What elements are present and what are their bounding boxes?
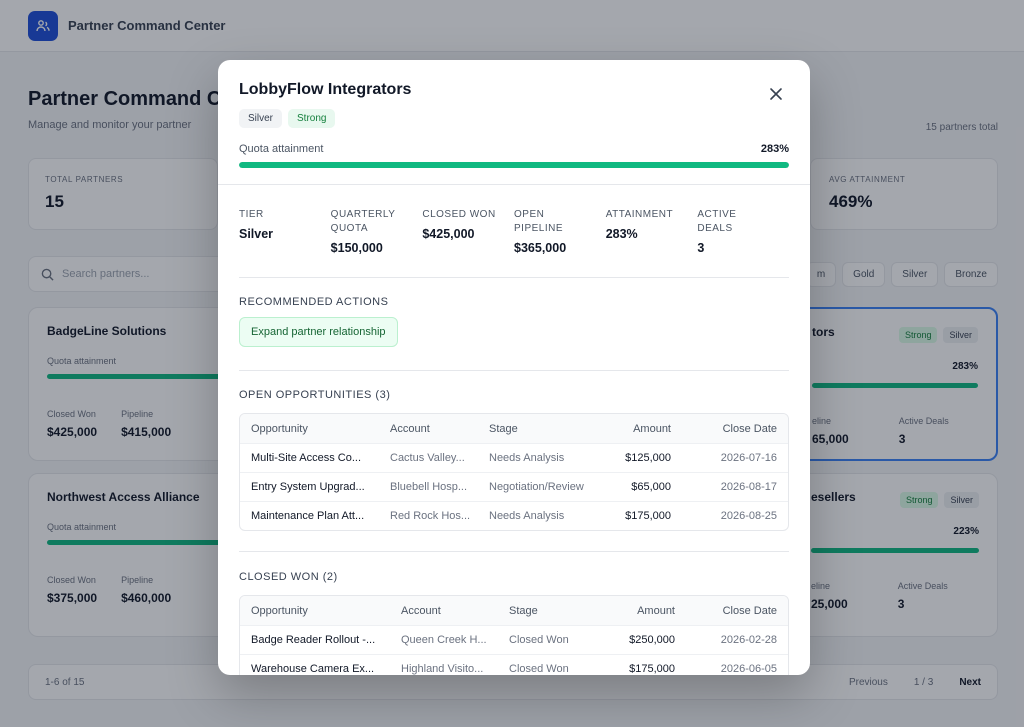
cell-opportunity: Maintenance Plan Att... [251,510,365,522]
cell-opportunity: Multi-Site Access Co... [251,452,362,464]
column-header[interactable]: Account [390,605,498,617]
modal-body: Tier Silver Quarterly Quota $150,000 Clo… [218,185,810,675]
partner-detail-modal: LobbyFlow Integrators Silver Strong Quot… [218,60,810,675]
table-row[interactable]: Maintenance Plan Att... Red Rock Hos... … [240,501,788,530]
metric-label: Open Pipeline [514,209,564,234]
metric-value: $150,000 [330,241,383,255]
quota-label: Quota attainment [239,143,324,155]
metric-label: Quarterly Quota [330,209,396,234]
cell-close-date: 2026-07-16 [720,452,777,464]
table-row[interactable]: Warehouse Camera Ex... Highland Visito..… [240,654,788,675]
column-header[interactable]: Opportunity [240,605,390,617]
column-header[interactable]: Amount [603,423,682,435]
metric-quarterly-quota: Quarterly Quota $150,000 [331,208,423,277]
modal-title: LobbyFlow Integrators [239,81,412,98]
section-title: Open Opportunities (3) [239,389,391,401]
close-icon [770,88,782,100]
metric-active-deals: Active Deals 3 [697,208,789,277]
section-title: Recommended Actions [239,296,389,308]
metric-value: 283% [605,227,638,241]
cell-close-date: 2026-08-25 [720,510,777,522]
column-header[interactable]: Stage [478,423,603,435]
cell-amount: $175,000 [629,663,675,675]
cell-stage: Needs Analysis [489,510,565,522]
table-header: Opportunity Account Stage Amount Close D… [240,596,788,625]
cell-stage: Negotiation/Review [489,481,584,493]
open-opportunities-section: Open Opportunities (3) Opportunity Accou… [239,371,789,552]
cell-opportunity: Entry System Upgrad... [251,481,365,493]
metric-open-pipeline: Open Pipeline $365,000 [514,208,606,277]
status-badge: Strong [288,109,336,128]
modal-header: LobbyFlow Integrators Silver Strong Quot… [218,60,810,185]
quota-percent: 283% [760,143,789,155]
cell-stage: Needs Analysis [489,452,565,464]
metric-closed-won: Closed Won $425,000 [422,208,514,277]
metric-label: Tier [239,209,264,220]
cell-amount: $250,000 [629,634,675,646]
metric-value: $425,000 [422,227,475,241]
metric-value: Silver [239,227,274,241]
metric-tier: Tier Silver [239,208,331,277]
cell-stage: Closed Won [509,663,569,675]
table-row[interactable]: Multi-Site Access Co... Cactus Valley...… [240,443,788,472]
expand-relationship-button[interactable]: Expand partner relationship [239,317,398,347]
cell-account: Highland Visito... [401,663,484,675]
section-title: Closed Won (2) [239,571,338,583]
column-header[interactable]: Close Date [682,423,788,435]
table-row[interactable]: Badge Reader Rollout -... Queen Creek H.… [240,625,788,654]
column-header[interactable]: Account [379,423,478,435]
cell-amount: $65,000 [631,481,671,493]
tier-badge: Silver [239,109,283,128]
partner-metrics: Tier Silver Quarterly Quota $150,000 Clo… [239,185,789,278]
metric-attainment: Attainment 283% [606,208,698,277]
partner-badges: Silver Strong [239,109,789,128]
table-row[interactable]: Entry System Upgrad... Bluebell Hosp... … [240,472,788,501]
closed-won-table: Opportunity Account Stage Amount Close D… [239,595,789,675]
open-opportunities-table: Opportunity Account Stage Amount Close D… [239,413,789,531]
close-button[interactable] [766,84,786,104]
metric-label: Closed Won [422,209,496,220]
column-header[interactable]: Stage [498,605,613,617]
cell-amount: $125,000 [625,452,671,464]
recommended-actions-section: Recommended Actions Expand partner relat… [239,278,789,371]
cell-close-date: 2026-02-28 [720,634,777,646]
cell-opportunity: Warehouse Camera Ex... [251,663,375,675]
cell-stage: Closed Won [509,634,569,646]
metric-label: Active Deals [697,209,737,234]
cell-amount: $175,000 [625,510,671,522]
cell-account: Cactus Valley... [390,452,465,464]
cell-opportunity: Badge Reader Rollout -... [251,634,376,646]
quota-row: Quota attainment 283% [239,143,789,155]
table-header: Opportunity Account Stage Amount Close D… [240,414,788,443]
cell-account: Red Rock Hos... [390,510,471,522]
column-header[interactable]: Close Date [686,605,788,617]
closed-won-section: Closed Won (2) Opportunity Account Stage… [239,552,789,675]
column-header[interactable]: Amount [613,605,686,617]
cell-account: Bluebell Hosp... [390,481,468,493]
metric-label: Attainment [605,209,674,220]
quota-progress-bar [239,162,789,168]
metric-value: 3 [697,241,705,255]
cell-close-date: 2026-08-17 [720,481,777,493]
metric-value: $365,000 [514,241,567,255]
cell-account: Queen Creek H... [401,634,487,646]
column-header[interactable]: Opportunity [240,423,379,435]
cell-close-date: 2026-06-05 [720,663,777,675]
quota-progress-fill [239,162,789,168]
